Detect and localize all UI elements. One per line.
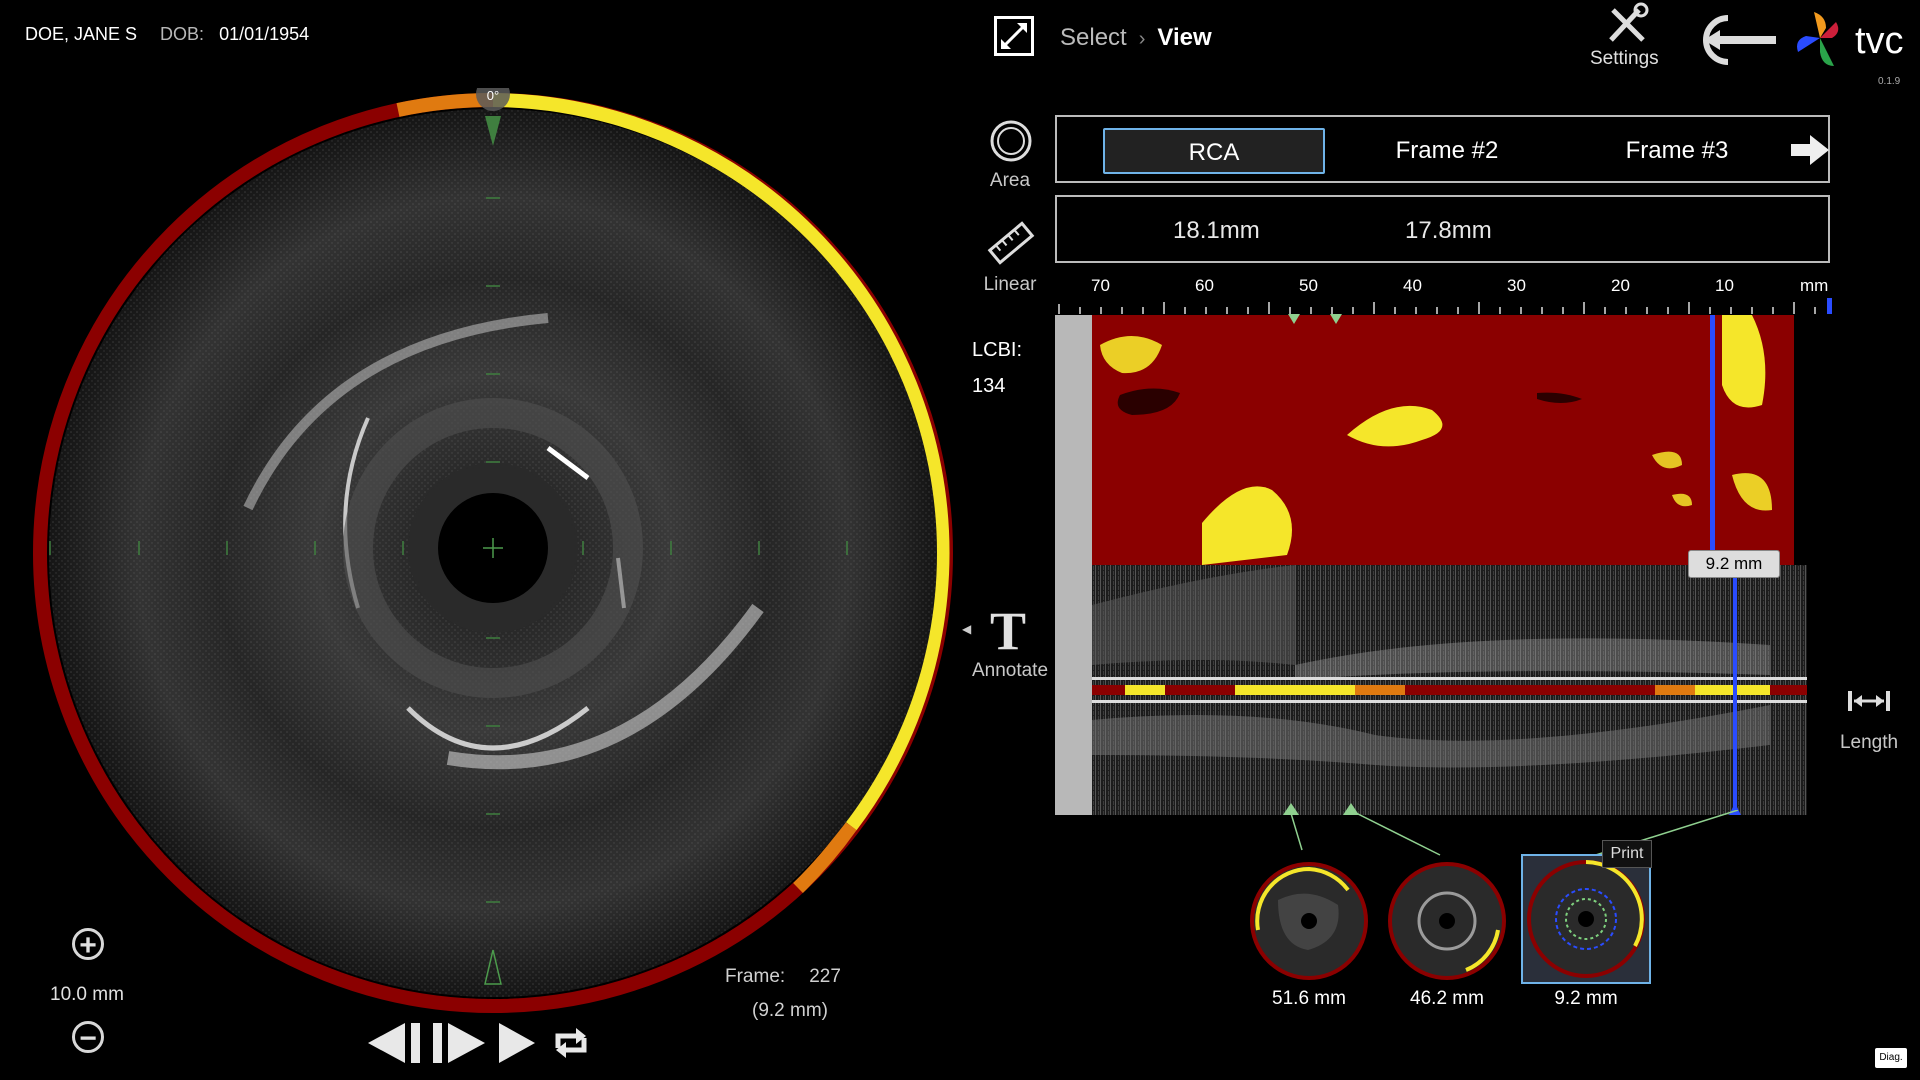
longitudinal-view[interactable] xyxy=(1055,565,1807,815)
version: 0.1.9 xyxy=(1878,76,1901,87)
thumbnail-label-1: 51.6 mm xyxy=(1272,988,1346,1009)
zoom-in-icon[interactable]: + xyxy=(72,928,104,961)
print-button[interactable]: Print xyxy=(1602,840,1652,868)
thumbnail-51-6[interactable] xyxy=(1248,860,1370,982)
measurement-bar: 18.1mm 17.8mm xyxy=(1055,195,1830,263)
ruler-scale xyxy=(1058,298,1832,314)
angle-label: 0° xyxy=(487,88,499,103)
tab-frame-2[interactable]: Frame #2 xyxy=(1357,128,1537,174)
chemogram-heatmap[interactable] xyxy=(1092,315,1794,565)
longitudinal-cursor xyxy=(1733,565,1737,815)
patient-info: DOE, JANE S DOB: 01/01/1954 xyxy=(25,24,309,45)
ruler-tick-label: 20 xyxy=(1611,276,1630,295)
ruler-icon[interactable] xyxy=(986,218,1036,268)
ruler-tick-label: 60 xyxy=(1195,276,1214,295)
loop-icon[interactable] xyxy=(550,1022,592,1064)
breadcrumb: Select › View xyxy=(1060,24,1212,52)
cursor-position-label: 9.2 mm xyxy=(1688,550,1780,578)
frame-number: 227 xyxy=(809,966,841,987)
play-icon[interactable] xyxy=(495,1020,539,1066)
annotate-label[interactable]: Annotate xyxy=(970,660,1050,682)
lcbi-block: LCBI: 134 xyxy=(972,332,1022,404)
lesion-markers xyxy=(1288,314,1342,324)
measurement-2[interactable]: 17.8mm xyxy=(1405,217,1492,245)
breadcrumb-separator: › xyxy=(1138,28,1146,50)
ruler-tick-label: 30 xyxy=(1507,276,1526,295)
ruler-tick-label: 10 xyxy=(1715,276,1734,295)
breadcrumb-select[interactable]: Select xyxy=(1060,24,1127,51)
ruler-tick-label: 40 xyxy=(1403,276,1422,295)
dob-value: 01/01/1954 xyxy=(219,24,310,44)
area-icon[interactable] xyxy=(988,118,1034,164)
tab-rca[interactable]: RCA xyxy=(1103,128,1325,174)
lcbi-label: LCBI: xyxy=(972,339,1023,361)
annotate-collapse-arrow[interactable]: ◀ xyxy=(962,622,971,636)
heatmap-cursor xyxy=(1710,315,1715,565)
settings-icon[interactable] xyxy=(1605,2,1649,46)
lcbi-value: 134 xyxy=(972,375,1006,397)
thumbnail-46-2[interactable] xyxy=(1386,860,1508,982)
frame-position: (9.2 mm) xyxy=(752,1000,828,1021)
annotate-icon[interactable]: T xyxy=(990,600,1026,662)
frame-info: Frame: 227 xyxy=(725,966,841,988)
patient-name: DOE, JANE S xyxy=(25,24,138,44)
step-forward-icon[interactable] xyxy=(430,1020,490,1066)
thumbnail-label-3: 9.2 mm xyxy=(1554,988,1618,1009)
frame-label: Frame: xyxy=(725,966,786,987)
area-label[interactable]: Area xyxy=(970,170,1050,192)
brand-logo xyxy=(1797,12,1839,66)
thumbnail-label-2: 46.2 mm xyxy=(1410,988,1484,1009)
length-icon[interactable] xyxy=(1846,688,1892,714)
ruler-tick-label: 50 xyxy=(1299,276,1318,295)
measurement-1[interactable]: 18.1mm xyxy=(1173,217,1260,245)
tab-frame-3[interactable]: Frame #3 xyxy=(1587,128,1767,174)
dob-label: DOB: xyxy=(160,24,205,44)
brand-name: tvc xyxy=(1855,20,1904,62)
settings-label[interactable]: Settings xyxy=(1590,48,1659,70)
linear-label[interactable]: Linear xyxy=(970,274,1050,296)
step-back-icon[interactable] xyxy=(365,1020,425,1066)
expand-icon[interactable] xyxy=(994,16,1034,56)
thumbnail-selected-frame[interactable] xyxy=(1521,854,1651,984)
ruler-unit: mm xyxy=(1800,276,1829,295)
ivus-cross-section[interactable]: 0° xyxy=(28,88,958,1018)
frame-tabs: RCA Frame #2 Frame #3 xyxy=(1055,115,1830,183)
breadcrumb-view: View xyxy=(1157,24,1212,51)
thumbnail-9-2[interactable] xyxy=(1523,856,1649,982)
length-label[interactable]: Length xyxy=(1829,732,1909,754)
ruler-tick-label: 70 xyxy=(1091,276,1110,295)
zoom-out-icon[interactable]: − xyxy=(72,1021,104,1054)
diag-button[interactable]: Diag. xyxy=(1875,1048,1907,1068)
back-icon[interactable] xyxy=(1688,8,1780,72)
arrow-right-icon[interactable] xyxy=(1790,134,1830,166)
zoom-level: 10.0 mm xyxy=(50,984,124,1005)
